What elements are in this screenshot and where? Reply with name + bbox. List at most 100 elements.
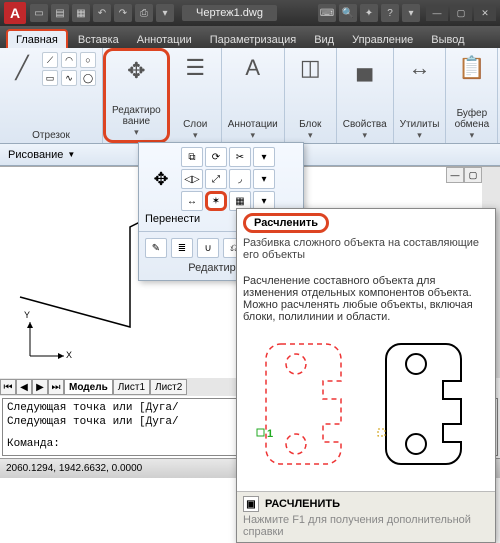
panel-label-utilities: Утилиты (400, 119, 440, 130)
sheet-tab-1[interactable]: Лист1 (113, 379, 150, 395)
mirror-icon[interactable]: ◁▷ (181, 169, 203, 189)
panel-label-layers: Слои (183, 119, 207, 130)
line-icon[interactable]: ╱ (6, 52, 38, 84)
tab-annotate[interactable]: Аннотации (129, 31, 200, 48)
fillet-dropdown-icon[interactable]: ▾ (253, 169, 275, 189)
redo-icon[interactable]: ↷ (114, 4, 132, 22)
panel-label-line: Отрезок (32, 130, 70, 141)
panel-block[interactable]: ◫ Блок ▾ (285, 48, 337, 143)
ribbon-tabs: Главная Вставка Аннотации Параметризация… (0, 26, 500, 48)
sheet-prev-icon[interactable]: ◀ (16, 379, 32, 395)
text-icon[interactable]: A (237, 52, 269, 84)
axis-y-label: Y (24, 310, 30, 320)
sheet-tab-model[interactable]: Модель (64, 379, 113, 395)
draw-panel-expand-icon[interactable]: ▼ (67, 150, 75, 159)
help-icon[interactable]: ? (381, 4, 399, 22)
extend-dropdown-icon[interactable]: ▾ (253, 147, 275, 167)
trim-icon[interactable]: ✂ (229, 147, 251, 167)
undo-icon[interactable]: ↶ (93, 4, 111, 22)
ellipse-icon[interactable]: ◯ (80, 70, 96, 86)
tab-view[interactable]: Вид (306, 31, 342, 48)
explode-icon[interactable]: ✶ (205, 191, 227, 211)
infocenter-icon[interactable]: ✦ (360, 4, 378, 22)
layers-dropdown[interactable]: ▾ (193, 130, 198, 141)
tab-parametric[interactable]: Параметризация (202, 31, 304, 48)
panel-label-properties: Свойства (343, 119, 387, 130)
sheet-last-icon[interactable]: ⏭ (48, 379, 64, 395)
tooltip-short-description: Разбивка сложного объекта на составляющи… (243, 237, 489, 261)
layers-icon[interactable]: ☰ (179, 52, 211, 84)
quick-access-toolbar: ▭ ▤ ▦ ↶ ↷ ⎙ ▾ (30, 4, 174, 22)
tab-output[interactable]: Вывод (423, 31, 472, 48)
draw-panel-label: Рисование (8, 149, 63, 161)
panel-layers[interactable]: ☰ Слои ▾ (170, 48, 222, 143)
pick-label: 1 (267, 428, 273, 440)
circle-icon[interactable]: ○ (80, 52, 96, 68)
copy-icon[interactable]: ⧉ (181, 147, 203, 167)
tab-insert[interactable]: Вставка (70, 31, 127, 48)
erase-icon[interactable]: ✎ (145, 238, 167, 258)
doc-maximize-button[interactable]: ▢ (464, 167, 482, 183)
close-button[interactable]: ✕ (474, 5, 496, 21)
block-dropdown[interactable]: ▾ (308, 130, 313, 141)
minimize-button[interactable]: — (426, 5, 448, 21)
annotations-dropdown[interactable]: ▾ (250, 130, 255, 141)
panel-properties[interactable]: ▄ Свойства ▾ (337, 48, 394, 143)
axis-x-label: X (66, 350, 72, 360)
sheet-next-icon[interactable]: ▶ (32, 379, 48, 395)
panel-clipboard[interactable]: 📋 Буфер обмена ▾ (446, 48, 498, 143)
panel-draw-line: ╱ ⟋ ◠ ○ ▭ ∿ ◯ Отрезок (0, 48, 103, 143)
join-icon[interactable]: ∪ (197, 238, 219, 258)
cursor-coordinates: 2060.1294, 1942.6632, 0.0000 (6, 463, 142, 474)
panel-label-clipboard: Буфер обмена (455, 108, 490, 130)
tooltip-command-row: ▣ РАСЧЛЕНИТЬ (243, 496, 489, 512)
scale-icon[interactable]: ⤢ (205, 169, 227, 189)
properties-dropdown[interactable]: ▾ (362, 130, 367, 141)
fillet-icon[interactable]: ◞ (229, 169, 251, 189)
tooltip-long-description: Расчленение составного объекта для измен… (243, 275, 489, 323)
maximize-button[interactable]: ▢ (450, 5, 472, 21)
panel-edit[interactable]: ✥ Редактиро вание ▾ (103, 48, 170, 143)
print-icon[interactable]: ⎙ (135, 4, 153, 22)
tab-home[interactable]: Главная (6, 29, 68, 48)
sheet-first-icon[interactable]: ⏮ (0, 379, 16, 395)
window-buttons: — ▢ ✕ (426, 5, 496, 21)
new-icon[interactable]: ▭ (30, 4, 48, 22)
tab-manage[interactable]: Управление (344, 31, 421, 48)
properties-icon[interactable]: ▄ (349, 52, 381, 84)
open-icon[interactable]: ▤ (51, 4, 69, 22)
sheet-tab-2[interactable]: Лист2 (150, 379, 187, 395)
block-icon[interactable]: ◫ (294, 52, 326, 84)
arc-icon[interactable]: ◠ (61, 52, 77, 68)
paste-icon[interactable]: 📋 (456, 52, 488, 84)
edit-tool-grid: ⧉ ⟳ ✂ ▾ ◁▷ ⤢ ◞ ▾ ↔ ✶ ▦ ▾ (181, 147, 275, 211)
utilities-dropdown[interactable]: ▾ (417, 130, 422, 141)
save-icon[interactable]: ▦ (72, 4, 90, 22)
offset-icon[interactable]: ≣ (171, 238, 193, 258)
panel-utilities[interactable]: ↔ Утилиты ▾ (394, 48, 447, 143)
spline-icon[interactable]: ∿ (61, 70, 77, 86)
measure-icon[interactable]: ↔ (404, 52, 436, 84)
document-title: Чертеж1.dwg (182, 5, 277, 21)
rect-icon[interactable]: ▭ (42, 70, 58, 86)
move-large-icon[interactable]: ✥ (145, 163, 177, 195)
command-icon: ▣ (243, 496, 259, 512)
window-titlebar: A ▭ ▤ ▦ ↶ ↷ ⎙ ▾ Чертеж1.dwg ⌨ 🔍 ✦ ? ▾ — … (0, 0, 500, 26)
app-menu-icon[interactable]: A (4, 2, 26, 24)
stretch-icon[interactable]: ↔ (181, 191, 203, 211)
clipboard-dropdown[interactable]: ▾ (470, 130, 475, 141)
tooltip-command-name: РАСЧЛЕНИТЬ (265, 498, 340, 510)
panel-label-edit: Редактиро вание (112, 105, 161, 127)
command-tooltip: Расчленить Разбивка сложного объекта на … (236, 208, 496, 543)
qat-dropdown-icon[interactable]: ▾ (156, 4, 174, 22)
search-icon[interactable]: 🔍 (339, 4, 357, 22)
polyline-icon[interactable]: ⟋ (42, 52, 58, 68)
rotate-icon[interactable]: ⟳ (205, 147, 227, 167)
panel-edit-dropdown[interactable]: ▾ (134, 127, 139, 138)
search-glyph-icon[interactable]: ⌨ (318, 4, 336, 22)
move-icon[interactable]: ✥ (120, 55, 152, 87)
panel-annotations[interactable]: A Аннотации ▾ (222, 48, 285, 143)
title-search-help: ⌨ 🔍 ✦ ? ▾ (318, 4, 420, 22)
help-dropdown-icon[interactable]: ▾ (402, 4, 420, 22)
doc-minimize-button[interactable]: — (446, 167, 464, 183)
